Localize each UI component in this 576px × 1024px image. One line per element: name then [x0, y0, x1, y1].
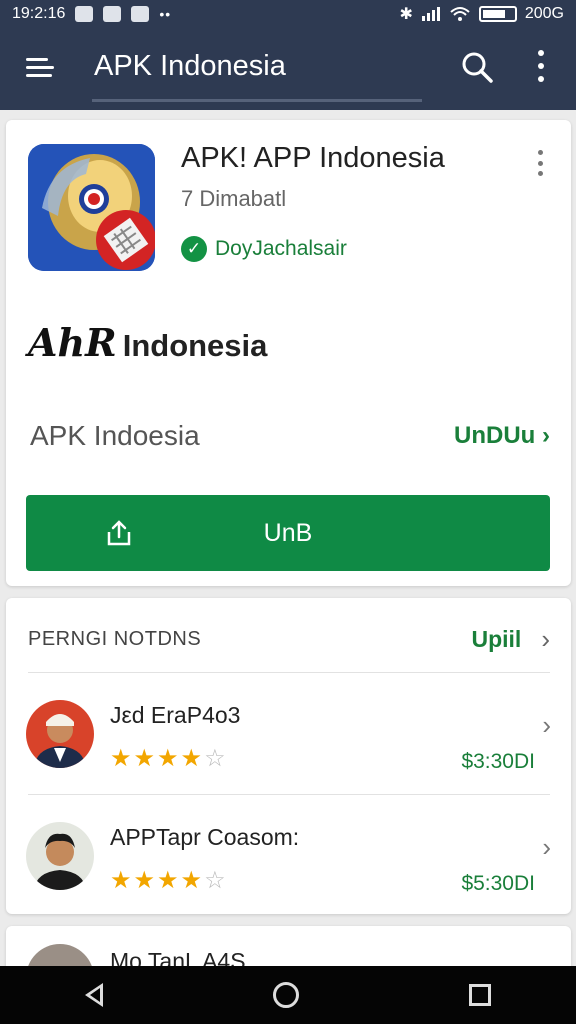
- chevron-right-icon[interactable]: ›: [542, 710, 551, 741]
- list-item[interactable]: APPTapr Coasom: ★★★★☆ $5:30DI ›: [6, 796, 571, 916]
- chevron-right-icon[interactable]: ›: [541, 624, 550, 655]
- install-label: UnB: [263, 518, 313, 547]
- app-icon[interactable]: [28, 144, 155, 271]
- section-header: PERNGI NOTDNS Upiil ›: [28, 624, 550, 655]
- search-icon[interactable]: [460, 50, 494, 84]
- card-overflow-icon[interactable]: [536, 150, 544, 176]
- section-title: PERNGI NOTDNS: [28, 628, 202, 650]
- install-button[interactable]: UnB: [26, 495, 550, 571]
- menu-icon[interactable]: [26, 54, 56, 84]
- app-details-card: APK! APP Indonesia 7 Dimabatl ✓ DoyJacha…: [6, 120, 571, 586]
- system-nav-bar: [0, 966, 576, 1024]
- avatar: [26, 700, 94, 768]
- listing-section-card: PERNGI NOTDNS Upiil › Jεd EraP4o3 ★★★★☆ …: [6, 598, 571, 914]
- check-circle-icon: ✓: [181, 236, 207, 262]
- more-notifications-icon: ••: [159, 6, 172, 22]
- status-bar: 19:2:16 •• ✱ 200G: [0, 0, 576, 28]
- home-icon[interactable]: [273, 982, 299, 1008]
- brand-text: Indonesia: [122, 328, 268, 363]
- app-bar-title: APK Indonesia: [94, 50, 286, 82]
- app-subtitle: 7 Dimabatl: [181, 186, 287, 211]
- section-link[interactable]: Upiil: [471, 626, 521, 653]
- share-icon: [107, 520, 131, 546]
- overflow-menu-icon[interactable]: [536, 50, 546, 82]
- divider: [28, 794, 550, 795]
- signal-icon: [421, 7, 440, 21]
- list-item[interactable]: Jεd EraP4o3 ★★★★☆ $3:30DI ›: [6, 674, 571, 794]
- notification-icon: [131, 6, 150, 22]
- item-name: Jεd EraP4o3: [110, 702, 241, 728]
- notification-icon: [103, 6, 122, 22]
- brand-logo: AhR: [28, 320, 117, 365]
- status-time: 19:2:16: [12, 5, 66, 22]
- battery-icon: [478, 6, 517, 22]
- brand-banner: AhR Indonesia: [28, 320, 267, 365]
- rating-stars: ★★★★☆: [110, 745, 228, 772]
- verified-badge: ✓ DoyJachalsair: [181, 236, 347, 262]
- developer-link[interactable]: UnDUu ›: [454, 422, 550, 450]
- developer-name: APK Indoesia: [30, 420, 200, 451]
- notification-icon: [75, 6, 94, 22]
- item-price: $3:30DI: [461, 750, 535, 773]
- verified-text: DoyJachalsair: [215, 237, 347, 260]
- divider: [28, 672, 550, 673]
- recent-apps-icon[interactable]: [469, 984, 491, 1006]
- wifi-icon: [450, 7, 470, 21]
- avatar: [26, 822, 94, 890]
- battery-text: 200G: [524, 5, 564, 22]
- back-icon[interactable]: [85, 983, 103, 1007]
- item-price: $5:30DI: [461, 872, 535, 895]
- app-bar: APK Indonesia: [0, 28, 576, 110]
- bluetooth-icon: ✱: [399, 6, 413, 23]
- developer-row: APK Indoesia UnDUu ›: [30, 420, 550, 452]
- rating-stars: ★★★★☆: [110, 867, 228, 894]
- item-name: APPTapr Coasom:: [110, 824, 300, 850]
- chevron-right-icon[interactable]: ›: [542, 832, 551, 863]
- app-name: APK! APP Indonesia: [181, 142, 445, 174]
- search-underline: [92, 99, 422, 102]
